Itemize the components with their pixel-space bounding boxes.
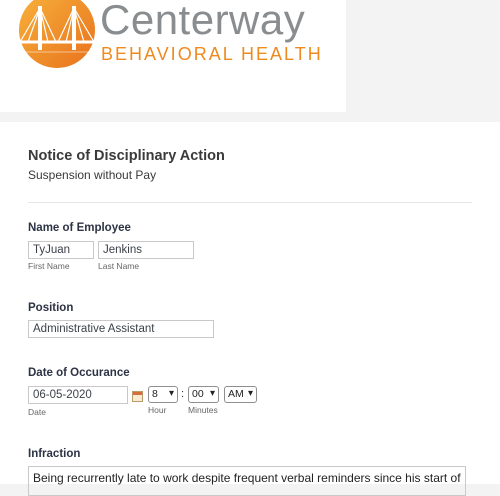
bridge-logo-icon (18, 0, 96, 68)
first-name-input[interactable]: TyJuan (28, 241, 94, 259)
time-separator: : (181, 388, 185, 400)
date-label: Date of Occurance (28, 367, 130, 379)
minutes-sublabel: Minutes (188, 405, 218, 415)
position-label: Position (28, 302, 74, 314)
chevron-down-icon: ▾ (247, 388, 253, 399)
last-name-input[interactable]: Jenkins (98, 241, 194, 259)
date-input[interactable]: 06-05-2020 (28, 386, 128, 404)
brand-tagline: BEHAVIORAL HEALTH (101, 44, 323, 64)
last-name-sublabel: Last Name (98, 261, 140, 271)
minutes-value: 00 (192, 388, 204, 400)
infraction-label: Infraction (28, 448, 81, 460)
first-name-sublabel: First Name (28, 261, 70, 271)
divider (28, 202, 472, 203)
minutes-select[interactable]: 00 ▾ (188, 386, 219, 403)
hour-select[interactable]: 8 ▾ (148, 386, 178, 403)
brand-name: Centerway (100, 0, 306, 43)
calendar-icon[interactable] (132, 391, 143, 402)
hour-value: 8 (152, 388, 158, 400)
ampm-select[interactable]: AM ▾ (224, 386, 257, 403)
position-input[interactable]: Administrative Assistant (28, 320, 214, 338)
employee-name-label: Name of Employee (28, 222, 131, 234)
form-card: Notice of Disciplinary Action Suspension… (0, 122, 500, 496)
chevron-down-icon: ▾ (209, 388, 215, 399)
ampm-value: AM (228, 388, 244, 400)
infraction-textarea[interactable]: Being recurrently late to work despite f… (28, 466, 466, 496)
form-subtitle: Suspension without Pay (28, 168, 157, 182)
date-sublabel: Date (28, 407, 46, 417)
hour-sublabel: Hour (148, 405, 167, 415)
brand-header: Centerway BEHAVIORAL HEALTH (0, 0, 346, 112)
form-title: Notice of Disciplinary Action (28, 148, 225, 164)
chevron-down-icon: ▾ (168, 388, 174, 399)
